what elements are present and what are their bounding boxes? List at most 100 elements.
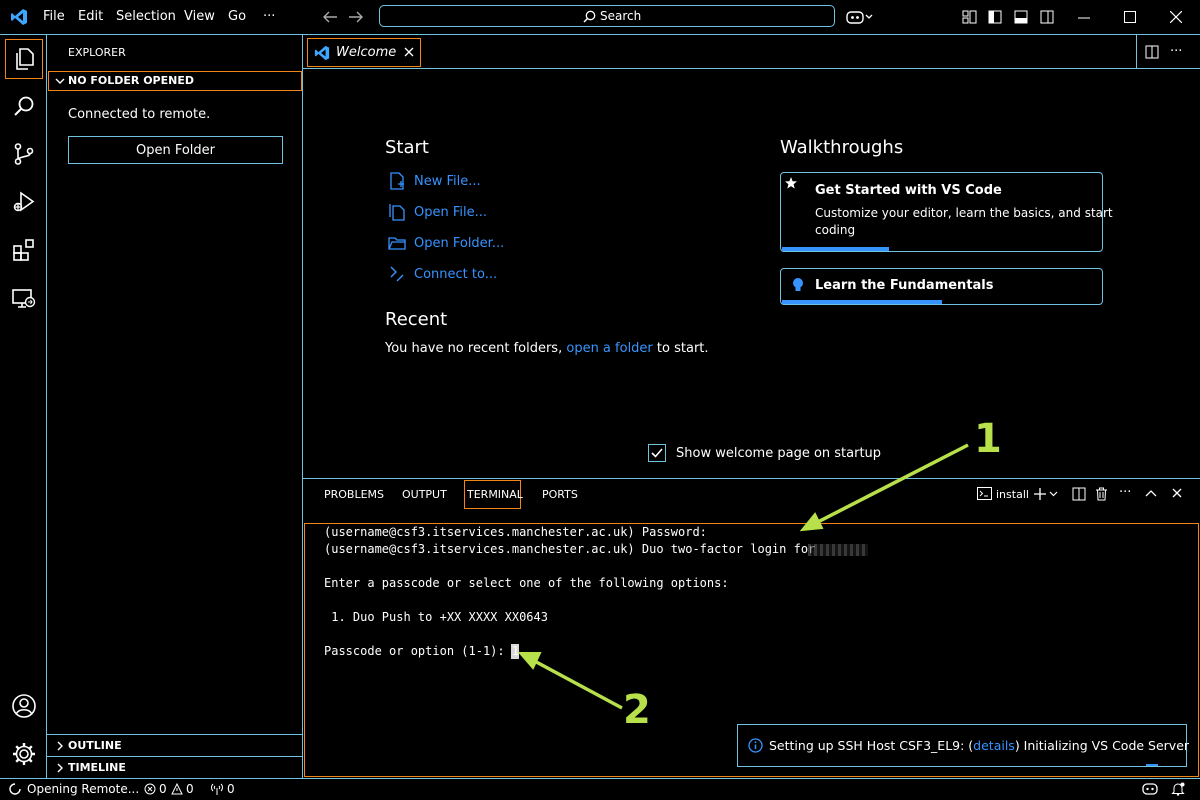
editor-tab-bar xyxy=(303,35,1200,69)
open-folder-icon xyxy=(388,237,406,250)
recent-heading: Recent xyxy=(385,309,448,330)
tab-welcome[interactable]: Welcome xyxy=(307,38,421,67)
open-folder-label: Open Folder... xyxy=(414,235,505,251)
chevron-down-icon xyxy=(55,76,65,86)
toggle-panel-icon[interactable] xyxy=(1014,10,1028,24)
source-control-icon[interactable] xyxy=(0,130,47,178)
open-folder-button[interactable]: Open Folder xyxy=(68,136,283,164)
error-count[interactable]: 0 xyxy=(159,782,167,796)
walkthrough-card-fundamentals[interactable]: Learn the Fundamentals xyxy=(780,268,1103,305)
arrow-2-line xyxy=(526,655,623,710)
copilot-icon[interactable] xyxy=(846,9,874,25)
notification-details-link[interactable]: details xyxy=(973,738,1015,753)
split-terminal-icon[interactable] xyxy=(1072,487,1086,501)
notification-toast[interactable]: Setting up SSH Host CSF3_EL9: (details) … xyxy=(737,724,1189,767)
toggle-primary-sidebar-icon[interactable] xyxy=(988,10,1002,24)
card1-title: Get Started with VS Code xyxy=(815,183,1002,198)
remote-explorer-icon[interactable] xyxy=(0,274,47,322)
search-icon xyxy=(583,10,596,23)
tab-problems[interactable]: PROBLEMS xyxy=(324,488,384,501)
annotation-label-1: 1 xyxy=(974,416,1002,462)
terminal-line-8: Passcode or option (1-1): 1 xyxy=(324,644,520,658)
connect-to-link[interactable]: Connect to... xyxy=(388,263,497,285)
divider xyxy=(47,734,303,735)
back-arrow-icon[interactable] xyxy=(322,10,338,24)
notification-progress xyxy=(1146,764,1158,766)
vscode-logo-icon xyxy=(10,8,28,26)
search-view-icon[interactable] xyxy=(0,82,47,130)
accounts-icon[interactable] xyxy=(0,682,47,730)
minimize-icon[interactable] xyxy=(1078,17,1090,19)
ports-count[interactable]: 0 xyxy=(227,782,235,796)
arrow-1-head xyxy=(799,512,824,532)
explorer-files-icon[interactable] xyxy=(5,39,43,79)
menu-edit[interactable]: Edit xyxy=(78,9,103,24)
toggle-secondary-sidebar-icon[interactable] xyxy=(1040,10,1054,24)
vscode-tab-icon xyxy=(314,45,330,61)
split-editor-icon[interactable] xyxy=(1145,45,1159,59)
command-center-search[interactable]: Search xyxy=(379,5,835,27)
start-heading: Start xyxy=(385,137,429,158)
notifications-bell-icon[interactable] xyxy=(1171,782,1185,796)
trash-icon[interactable] xyxy=(1095,487,1108,501)
card1-desc-line2: coding xyxy=(815,223,856,237)
arrow-1-line xyxy=(811,443,969,527)
maximize-panel-icon[interactable] xyxy=(1145,489,1157,497)
loading-spinner-icon xyxy=(9,783,21,795)
close-tab-icon[interactable] xyxy=(404,47,414,57)
annotation-arrows xyxy=(517,443,969,710)
walkthroughs-heading: Walkthroughs xyxy=(780,137,904,158)
remote-status[interactable]: Opening Remote... xyxy=(27,782,139,796)
more-actions-icon[interactable]: ··· xyxy=(1170,44,1182,59)
info-icon xyxy=(748,738,763,753)
new-terminal-icon[interactable] xyxy=(1034,487,1060,501)
copilot-status-icon[interactable] xyxy=(1142,782,1158,796)
walkthrough-card-get-started[interactable]: Get Started with VS Code Customize your … xyxy=(780,172,1113,252)
menu-view[interactable]: View xyxy=(184,9,215,24)
no-folder-section-title: NO FOLDER OPENED xyxy=(68,74,194,87)
open-file-link[interactable]: Open File... xyxy=(388,201,487,223)
divider xyxy=(1136,35,1137,69)
connect-to-label: Connect to... xyxy=(414,266,498,282)
new-file-link[interactable]: New File... xyxy=(388,170,481,192)
warning-count[interactable]: 0 xyxy=(186,782,194,796)
customize-layout-icon[interactable] xyxy=(962,10,977,24)
menu-file[interactable]: File xyxy=(43,9,65,24)
close-window-icon[interactable] xyxy=(1170,11,1182,23)
recent-message: You have no recent folders, open a folde… xyxy=(385,341,709,356)
run-debug-icon[interactable] xyxy=(0,178,47,226)
connected-text: Connected to remote. xyxy=(68,107,211,122)
card1-desc-line1: Customize your editor, learn the basics,… xyxy=(815,206,1113,220)
error-icon xyxy=(144,783,156,795)
outline-section-title[interactable]: OUTLINE xyxy=(68,739,122,752)
lightbulb-icon xyxy=(792,277,804,293)
star-icon xyxy=(785,177,797,189)
maximize-icon[interactable] xyxy=(1124,11,1136,23)
panel-more-icon[interactable]: ··· xyxy=(1119,485,1131,500)
timeline-section-title[interactable]: TIMELINE xyxy=(68,761,126,774)
notification-text-after: ) Initializing VS Code Server xyxy=(1014,738,1190,753)
chevron-right-icon xyxy=(55,763,65,773)
settings-gear-icon[interactable] xyxy=(0,730,47,778)
divider xyxy=(47,756,303,757)
menu-more[interactable]: ··· xyxy=(263,9,275,24)
open-file-label: Open File... xyxy=(414,204,488,220)
menu-selection[interactable]: Selection xyxy=(116,9,176,24)
notification-message: Setting up SSH Host CSF3_EL9: (details) … xyxy=(769,738,1189,753)
search-label: Search xyxy=(600,9,642,23)
close-panel-icon[interactable] xyxy=(1172,488,1182,498)
new-file-label: New File... xyxy=(414,173,481,189)
open-a-folder-link[interactable]: open a folder xyxy=(566,341,652,356)
recent-text-after: to start. xyxy=(656,341,709,356)
extensions-icon[interactable] xyxy=(0,226,47,274)
open-file-icon xyxy=(389,204,405,221)
card2-title: Learn the Fundamentals xyxy=(815,278,994,293)
chevron-right-icon xyxy=(55,741,65,751)
menu-go[interactable]: Go xyxy=(228,9,246,24)
explorer-title: EXPLORER xyxy=(68,46,126,59)
forward-arrow-icon[interactable] xyxy=(348,10,364,24)
ports-antenna-icon xyxy=(210,783,224,795)
tab-output[interactable]: OUTPUT xyxy=(402,488,447,501)
open-folder-link[interactable]: Open Folder... xyxy=(388,232,504,254)
recent-text-before: You have no recent folders, xyxy=(385,341,563,356)
